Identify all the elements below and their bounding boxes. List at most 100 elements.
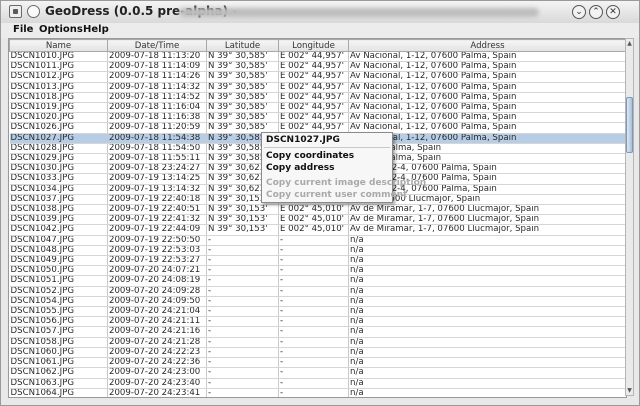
table-row[interactable]: DSCN1038.JPG 2009-07-19 22:40:51 N 39° 30,… [9, 204, 626, 216]
table-row[interactable]: DSCN1050.JPG 2009-07-20 24:07:21- - n/a [9, 265, 626, 277]
table-row[interactable]: DSCN1061.JPG 2009-07-20 24:22:36- - n/a [9, 357, 626, 369]
blurred-title-path [179, 8, 539, 17]
cell-name: DSCN1048.JPG [9, 245, 108, 257]
cell-longitude: - [278, 235, 349, 246]
cell-latitude: N 39° 30,585' [206, 82, 279, 93]
cell-name: DSCN1027.JPG [9, 133, 108, 144]
cell-address: n/a [348, 245, 626, 257]
table-row[interactable]: DSCN1060.JPG 2009-07-20 24:22:23- - n/a [9, 347, 626, 359]
cell-datetime: 2009-07-20 24:21:28 [107, 337, 207, 348]
table-row[interactable]: DSCN1054.JPG 2009-07-20 24:09:50- - n/a [9, 296, 626, 308]
table-body: DSCN1010.JPG 2009-07-18 11:13:20 N 39° 30,… [9, 51, 626, 397]
table-row[interactable]: DSCN1063.JPG 2009-07-20 24:23:40- - n/a [9, 378, 626, 389]
column-header-datetime[interactable]: Date/Time [107, 39, 207, 52]
cell-name: DSCN1010.JPG [9, 51, 108, 63]
cell-name: DSCN1029.JPG [9, 153, 108, 165]
app-icon[interactable] [9, 5, 22, 18]
cell-name: DSCN1047.JPG [9, 235, 108, 246]
cell-datetime: 2009-07-18 11:16:38 [107, 112, 207, 124]
menu-item-copy-address[interactable]: Copy address [266, 163, 334, 173]
cell-datetime: 2009-07-19 13:14:25 [107, 173, 207, 185]
cell-datetime: 2009-07-19 22:41:32 [107, 214, 207, 226]
cell-longitude: E 002° 44,957' [278, 102, 349, 114]
cell-name: DSCN1033.JPG [9, 173, 108, 185]
menu-help[interactable]: Help [83, 24, 109, 35]
pin-icon[interactable] [27, 5, 40, 18]
table-header-row: Name Date/Time Latitude Longitude Addres… [9, 39, 626, 52]
cell-datetime: 2009-07-18 11:14:26 [107, 71, 207, 83]
cell-datetime: 2009-07-20 24:23:41 [107, 388, 207, 397]
cell-datetime: 2009-07-20 24:09:28 [107, 286, 207, 297]
cell-longitude: E 002° 44,957' [278, 92, 349, 104]
title-bar[interactable]: GeoDress (0.0.5 pre-alpha) - ⌄ ⌃ ✕ [1, 1, 639, 24]
menu-item-copy-coordinates[interactable]: Copy coordinates [266, 151, 354, 161]
cell-address: Av Nacional, 1-12, 07600 Palma, Spain [348, 61, 626, 73]
context-menu-header: DSCN1027.JPG [266, 135, 340, 145]
table-row[interactable]: DSCN1049.JPG 2009-07-19 22:53:27- - n/a [9, 255, 626, 267]
table-row[interactable]: DSCN1013.JPG 2009-07-18 11:14:32 N 39° 30,… [9, 82, 626, 93]
cell-datetime: 2009-07-19 22:53:27 [107, 255, 207, 267]
scroll-down-icon[interactable]: ▼ [626, 386, 633, 395]
cell-latitude: - [206, 306, 279, 318]
cell-name: DSCN1051.JPG [9, 275, 108, 287]
cell-address: n/a [348, 286, 626, 297]
cell-datetime: 2009-07-20 24:07:21 [107, 265, 207, 277]
cell-datetime: 2009-07-18 23:24:27 [107, 163, 207, 175]
table-row[interactable]: DSCN1055.JPG 2009-07-20 24:21:04- - n/a [9, 306, 626, 318]
table-row[interactable]: DSCN1056.JPG 2009-07-20 24:21:11- - n/a [9, 316, 626, 328]
cell-name: DSCN1019.JPG [9, 102, 108, 114]
cell-name: DSCN1062.JPG [9, 367, 108, 379]
cell-datetime: 2009-07-20 24:21:16 [107, 326, 207, 338]
cell-longitude: - [278, 337, 349, 348]
cell-name: DSCN1052.JPG [9, 286, 108, 297]
cell-latitude: N 39° 30,153' [206, 224, 279, 236]
table-row[interactable]: DSCN1012.JPG 2009-07-18 11:14:26 N 39° 30,… [9, 71, 626, 83]
table-row[interactable]: DSCN1047.JPG 2009-07-19 22:50:50- - n/a [9, 235, 626, 246]
cell-datetime: 2009-07-18 11:16:04 [107, 102, 207, 114]
minimize-icon[interactable]: ⌄ [572, 5, 586, 19]
cell-latitude: - [206, 265, 279, 277]
cell-address: n/a [348, 367, 626, 379]
cell-name: DSCN1011.JPG [9, 61, 108, 73]
cell-datetime: 2009-07-20 24:09:50 [107, 296, 207, 308]
table-row[interactable]: DSCN1064.JPG 2009-07-20 24:23:41- - n/a [9, 388, 626, 397]
cell-name: DSCN1054.JPG [9, 296, 108, 308]
table-row[interactable]: DSCN1020.JPG 2009-07-18 11:16:38 N 39° 30,… [9, 112, 626, 124]
cell-latitude: N 39° 30,153' [206, 214, 279, 226]
maximize-icon[interactable]: ⌃ [589, 5, 603, 19]
column-header-name[interactable]: Name [9, 39, 108, 52]
column-header-address[interactable]: Address [348, 39, 626, 52]
table-row[interactable]: DSCN1062.JPG 2009-07-20 24:23:00- - n/a [9, 367, 626, 379]
cell-name: DSCN1018.JPG [9, 92, 108, 104]
table-row[interactable]: DSCN1042.JPG 2009-07-19 22:44:09 N 39° 30,… [9, 224, 626, 236]
menu-file[interactable]: File [13, 24, 33, 35]
cell-address: n/a [348, 316, 626, 328]
table-row[interactable]: DSCN1058.JPG 2009-07-20 24:21:28- - n/a [9, 337, 626, 348]
table-row[interactable]: DSCN1052.JPG 2009-07-20 24:09:28- - n/a [9, 286, 626, 297]
close-icon[interactable]: ✕ [606, 5, 620, 19]
vertical-scrollbar[interactable]: ▲ ▼ [625, 38, 634, 396]
table-row[interactable]: DSCN1048.JPG 2009-07-19 22:53:03- - n/a [9, 245, 626, 257]
table-row[interactable]: DSCN1039.JPG 2009-07-19 22:41:32 N 39° 30,… [9, 214, 626, 226]
table-row[interactable]: DSCN1011.JPG 2009-07-18 11:14:09 N 39° 30,… [9, 61, 626, 73]
scroll-up-icon[interactable]: ▲ [626, 39, 633, 48]
scrollbar-thumb[interactable] [626, 97, 633, 153]
cell-address: n/a [348, 357, 626, 369]
table-row[interactable]: DSCN1018.JPG 2009-07-18 11:14:52 N 39° 30,… [9, 92, 626, 104]
cell-latitude: - [206, 357, 279, 369]
cell-datetime: 2009-07-19 22:53:03 [107, 245, 207, 257]
column-header-latitude[interactable]: Latitude [206, 39, 279, 52]
column-header-longitude[interactable]: Longitude [278, 39, 349, 52]
table-row[interactable]: DSCN1057.JPG 2009-07-20 24:21:16- - n/a [9, 326, 626, 338]
cell-name: DSCN1063.JPG [9, 378, 108, 389]
cell-name: DSCN1013.JPG [9, 82, 108, 93]
cell-address: Av Nacional, 1-12, 07600 Palma, Spain [348, 112, 626, 124]
table-row[interactable]: DSCN1051.JPG 2009-07-20 24:08:19- - n/a [9, 275, 626, 287]
table-row[interactable]: DSCN1010.JPG 2009-07-18 11:13:20 N 39° 30,… [9, 51, 626, 63]
cell-name: DSCN1060.JPG [9, 347, 108, 359]
table-row[interactable]: DSCN1019.JPG 2009-07-18 11:16:04 N 39° 30,… [9, 102, 626, 114]
cell-longitude: - [278, 255, 349, 267]
cell-name: DSCN1038.JPG [9, 204, 108, 216]
menu-options[interactable]: Options [39, 24, 83, 35]
cell-datetime: 2009-07-20 24:21:11 [107, 316, 207, 328]
